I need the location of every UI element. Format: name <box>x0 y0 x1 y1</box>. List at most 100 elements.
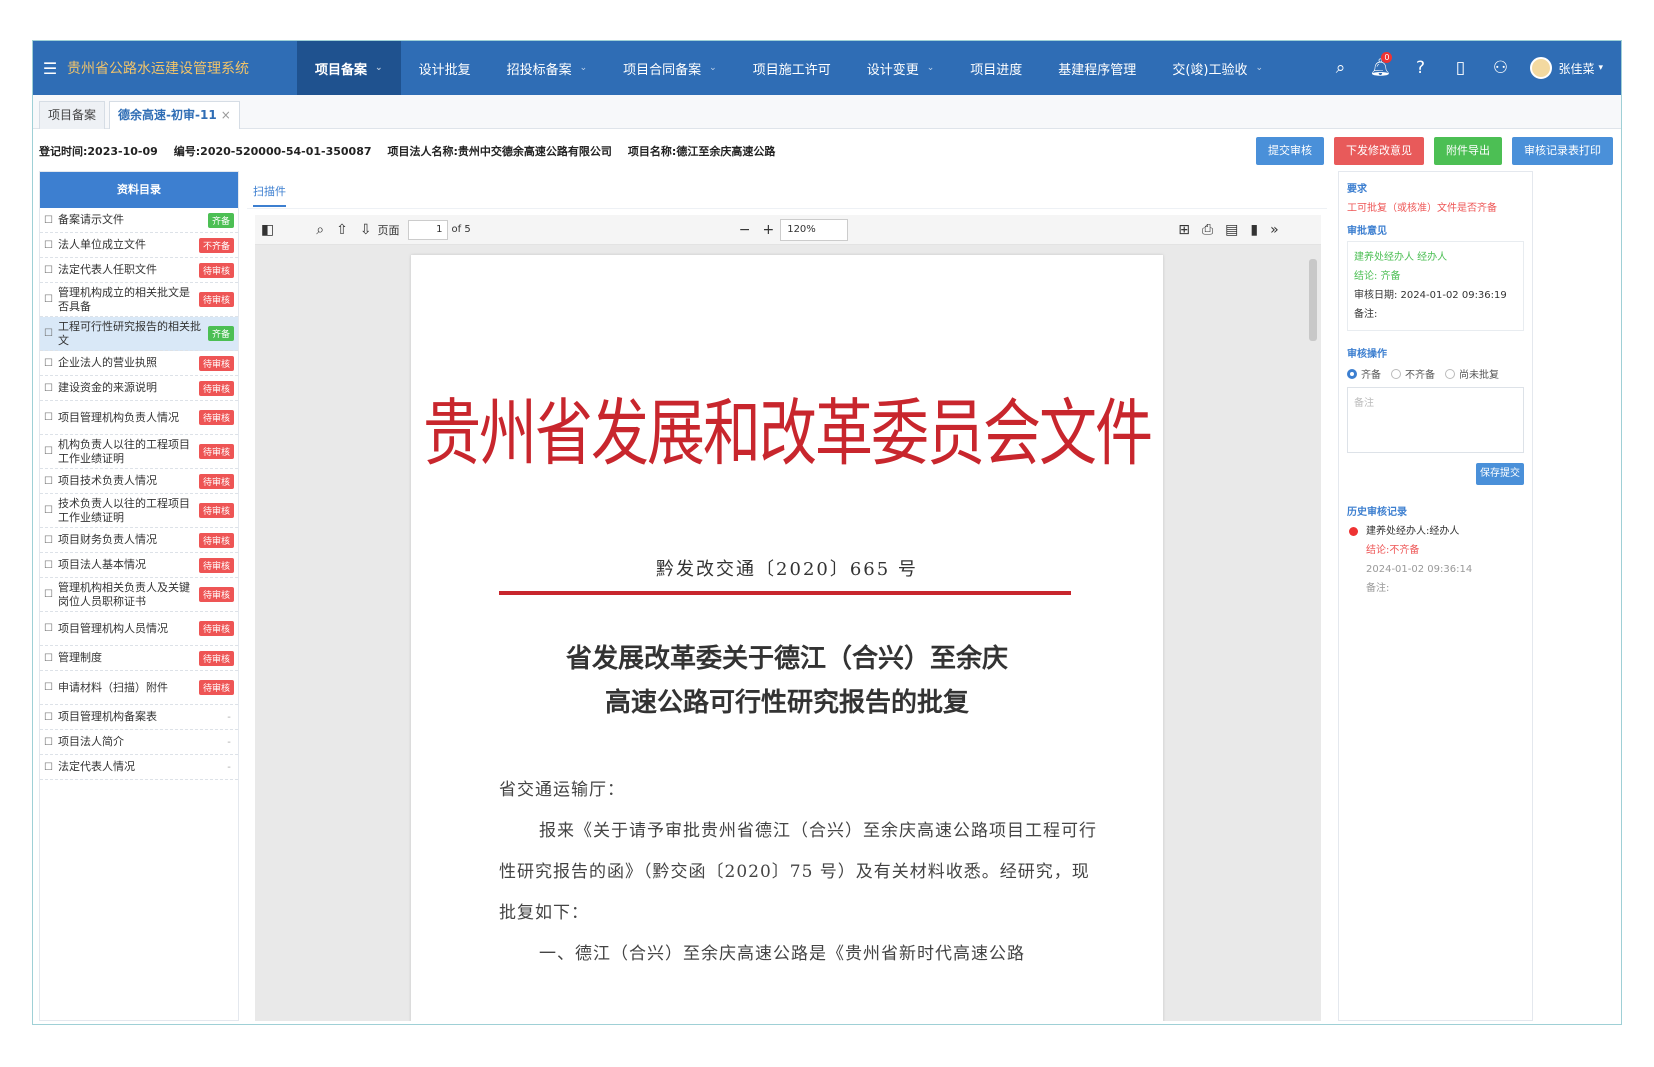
catalog-item[interactable]: ☐ 法人单位成立文件 不齐备 <box>40 233 238 258</box>
arrow-down-icon[interactable]: ⇩ <box>360 222 372 238</box>
nav-item[interactable]: 设计变更 ⌄ <box>849 41 953 95</box>
nav-item[interactable]: 项目施工许可 <box>735 41 849 95</box>
history-record: 建养处经办人:经办人 结论:不齐备 2024-01-02 09:36:14 备注… <box>1347 522 1524 598</box>
document-icon: ☐ <box>44 711 53 723</box>
page-number-input[interactable]: 1 <box>407 219 448 240</box>
radio-dot <box>1347 368 1357 379</box>
tablet-icon[interactable]: ▯ <box>1440 58 1480 78</box>
catalog-item[interactable]: ☐ 项目技术负责人情况 待审核 <box>40 469 238 494</box>
document-icon: ☐ <box>44 652 53 664</box>
bookmark-icon[interactable]: ▮ <box>1250 222 1258 238</box>
more-tools-icon[interactable]: » <box>1270 222 1279 238</box>
catalog-item-label: 技术负责人以往的工程项目工作业绩证明 <box>58 496 190 524</box>
nav-item[interactable]: 设计批复 <box>401 41 489 95</box>
catalog-item[interactable]: ☐ 项目法人基本情况 待审核 <box>40 553 238 578</box>
catalog-item[interactable]: ☐ 项目管理机构负责人情况 待审核 <box>40 401 238 435</box>
save-submit-button[interactable]: 保存提交 <box>1476 463 1524 485</box>
notification-badge: 0 <box>1381 52 1393 63</box>
nav-item[interactable]: 项目合同备案 ⌄ <box>605 41 735 95</box>
zoom-select[interactable]: 120% <box>780 218 849 241</box>
document-icon: ☐ <box>44 623 53 634</box>
catalog-item[interactable]: ☐ 建设资金的来源说明 待审核 <box>40 376 238 401</box>
catalog-item[interactable]: ☐ 项目财务负责人情况 待审核 <box>40 528 238 553</box>
download-icon[interactable]: ▤ <box>1225 222 1238 238</box>
catalog-item[interactable]: ☐ 技术负责人以往的工程项目工作业绩证明 待审核 <box>40 494 238 528</box>
catalog-item[interactable]: ☐ 项目法人简介 - <box>40 730 238 755</box>
sidebar-toggle-icon[interactable]: ◧ <box>261 222 274 238</box>
catalog-item[interactable]: ☐ 备案请示文件 齐备 <box>40 208 238 233</box>
help-icon[interactable]: ? <box>1400 58 1440 78</box>
arrow-up-icon[interactable]: ⇧ <box>336 222 348 238</box>
project-code: 编号:2020-520000-54-01-350087 <box>173 145 372 158</box>
nav-item-label: 基建程序管理 <box>1058 62 1137 78</box>
tab-project-filing[interactable]: 项目备案 <box>39 101 106 129</box>
catalog-item-label: 法定代表人任职文件 <box>58 263 157 276</box>
status-badge: 待审核 <box>198 262 234 278</box>
catalog-item[interactable]: ☐ 项目管理机构备案表 - <box>40 705 238 730</box>
tab-current-review[interactable]: 德余高速-初审-11 × <box>109 101 240 129</box>
document-icon: ☐ <box>44 534 53 546</box>
document-title-line: 省发展改革委关于德江（合兴）至余庆 <box>565 644 1008 674</box>
document-icon: ☐ <box>44 294 53 305</box>
nav-item[interactable]: 项目进度 <box>952 41 1040 95</box>
radio-incomplete[interactable]: 不齐备 <box>1391 366 1435 381</box>
nav-item[interactable]: 项目备案 ⌄ <box>297 41 401 95</box>
users-icon[interactable]: ⚇ <box>1480 58 1520 78</box>
menu-icon[interactable]: ☰ <box>33 59 67 78</box>
catalog-item[interactable]: ☐ 申请材料（扫描）附件 待审核 <box>40 671 238 705</box>
catalog-item[interactable]: ☐ 管理机构相关负责人及关键岗位人员职称证书 待审核 <box>40 578 238 612</box>
nav-item-label: 招投标备案 <box>506 62 572 78</box>
opinion-heading: 审批意见 <box>1347 226 1387 237</box>
nav-item[interactable]: 基建程序管理 <box>1040 41 1154 95</box>
scrollbar[interactable] <box>1309 251 1317 1015</box>
submit-review-button[interactable]: 提交审核 <box>1256 137 1324 165</box>
catalog-item[interactable]: ☐ 项目管理机构人员情况 待审核 <box>40 612 238 646</box>
chevron-down-icon: ⌄ <box>579 63 588 73</box>
catalog-item[interactable]: ☐ 法定代表人任职文件 待审核 <box>40 258 238 283</box>
tab-scanned-copy[interactable]: 扫描件 <box>253 183 286 207</box>
pdf-canvas[interactable]: 贵州省发展和改革委员会文件 黔发改交通〔2020〕665 号 省发展改革委关于德… <box>255 245 1321 1021</box>
status-badge: 待审核 <box>198 532 234 548</box>
issue-opinion-button[interactable]: 下发修改意见 <box>1334 137 1424 165</box>
page-label: 页面 <box>377 223 400 237</box>
open-file-icon[interactable]: ⊞ <box>1178 222 1190 238</box>
scrollbar-thumb[interactable] <box>1309 259 1317 341</box>
catalog-item[interactable]: ☐ 法定代表人情况 - <box>40 755 238 780</box>
zoom-out-icon[interactable]: − <box>739 222 751 238</box>
history-date: 2024-01-02 09:36:14 <box>1366 564 1473 575</box>
requirement-heading: 要求 <box>1347 184 1367 195</box>
catalog-item[interactable]: ☐ 管理机构成立的相关批文是否具备 待审核 <box>40 283 238 317</box>
note-textarea[interactable]: 备注 <box>1347 387 1524 453</box>
nav-item[interactable]: 交(竣)工验收 ⌄ <box>1154 41 1281 95</box>
catalog-item[interactable]: ☐ 工程可行性研究报告的相关批文 齐备 <box>40 317 238 351</box>
catalog-item[interactable]: ☐ 管理制度 待审核 <box>40 646 238 671</box>
nav-toolbar: ⌕ 🔔︎ 0 ? ▯ ⚇ 张佳菜 ▾ <box>1320 41 1621 95</box>
status-badge: 待审核 <box>198 355 234 371</box>
document-icon: ☐ <box>44 736 53 748</box>
search-icon[interactable]: ⌕ <box>316 222 324 238</box>
user-menu[interactable]: 张佳菜 ▾ <box>1530 57 1603 79</box>
close-icon[interactable]: × <box>221 108 231 122</box>
nav-item[interactable]: 招投标备案 ⌄ <box>489 41 606 95</box>
tab-label: 德余高速-初审-11 <box>118 108 217 122</box>
catalog-item[interactable]: ☐ 机构负责人以往的工程项目工作业绩证明 待审核 <box>40 435 238 469</box>
document-catalog: 资料目录 ☐ 备案请示文件 齐备 ☐ 法人单位成立文件 不齐备 ☐ 法定代表人任职文件 待审核 ☐… <box>39 171 239 1021</box>
search-icon[interactable]: ⌕ <box>1320 58 1360 78</box>
status-badge: 待审核 <box>198 650 234 666</box>
project-name: 项目名称:德江至余庆高速公路 <box>627 145 776 158</box>
chevron-down-icon: ⌄ <box>926 63 935 73</box>
export-attachments-button[interactable]: 附件导出 <box>1434 137 1502 165</box>
catalog-item-label: 项目法人简介 <box>58 735 124 748</box>
print-record-button[interactable]: 审核记录表打印 <box>1512 137 1613 165</box>
catalog-item-label: 工程可行性研究报告的相关批文 <box>58 319 201 347</box>
radio-not-approved[interactable]: 尚未批复 <box>1445 366 1499 381</box>
print-icon[interactable]: ⎙ <box>1202 222 1213 238</box>
radio-complete[interactable]: 齐备 <box>1347 366 1381 381</box>
page-tabs: 项目备案 德余高速-初审-11 × <box>33 95 1621 129</box>
nav-item-label: 交(竣)工验收 <box>1172 62 1248 78</box>
bell-icon[interactable]: 🔔︎ 0 <box>1360 52 1400 78</box>
catalog-item[interactable]: ☐ 企业法人的营业执照 待审核 <box>40 351 238 376</box>
catalog-item-label: 项目管理机构人员情况 <box>58 621 168 635</box>
action-buttons: 提交审核 下发修改意见 附件导出 审核记录表打印 <box>1256 137 1613 165</box>
zoom-in-icon[interactable]: + <box>762 222 774 238</box>
